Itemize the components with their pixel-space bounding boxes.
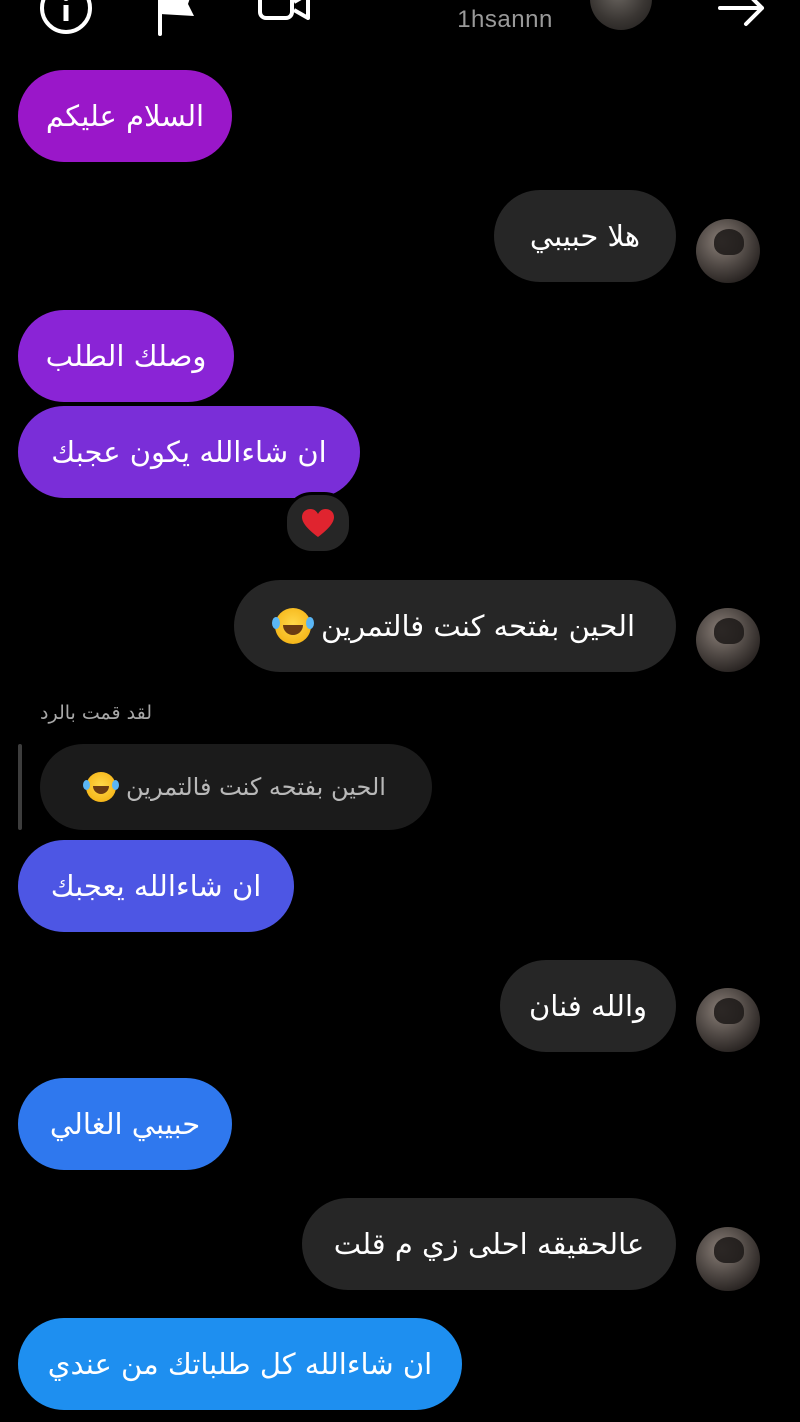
chat-username[interactable]: 1hsannn	[430, 6, 580, 34]
message-text: السلام عليكم	[45, 99, 205, 133]
received-message-bubble[interactable]: والله فنان	[500, 960, 676, 1052]
sent-message-bubble[interactable]: السلام عليكم	[18, 70, 232, 162]
reply-indicator-bar	[18, 744, 22, 830]
sender-avatar[interactable]	[696, 988, 760, 1052]
laughing-emoji-icon	[271, 608, 311, 644]
sent-message-bubble[interactable]: ان شاءالله يعجبك	[18, 840, 294, 932]
header-avatar[interactable]	[590, 0, 652, 30]
video-call-icon[interactable]	[254, 0, 314, 38]
sender-avatar[interactable]	[696, 219, 760, 283]
top-bar: 1hsannn	[0, 0, 800, 44]
message-reaction[interactable]	[284, 492, 352, 554]
reply-label: لقد قمت بالرد	[40, 702, 152, 724]
message-text: عالحقيقه احلى زي م قلت	[333, 1227, 645, 1261]
sent-message-bubble[interactable]: حبيبي الغالي	[18, 1078, 232, 1170]
back-arrow-icon[interactable]	[712, 0, 772, 38]
sent-message-bubble[interactable]: وصلك الطلب	[18, 310, 234, 402]
laughing-emoji-icon	[83, 772, 117, 802]
message-text: ان شاءالله كل طلباتك من عندي	[47, 1347, 433, 1381]
sender-avatar[interactable]	[696, 1227, 760, 1291]
message-text: هلا حبيبي	[529, 219, 641, 253]
quoted-message-text: الحين بفتحه كنت فالتمرين	[126, 773, 386, 801]
message-text: والله فنان	[529, 989, 648, 1023]
received-message-bubble[interactable]: هلا حبيبي	[494, 190, 676, 282]
message-text: الحين بفتحه كنت فالتمرين	[320, 609, 636, 643]
message-text: ان شاءالله يعجبك	[50, 869, 262, 903]
info-icon[interactable]	[36, 0, 96, 38]
flag-icon[interactable]	[148, 0, 208, 38]
sent-message-bubble[interactable]: ان شاءالله يكون عجبك	[18, 406, 360, 498]
message-text: ان شاءالله يكون عجبك	[51, 435, 327, 469]
received-message-bubble[interactable]: عالحقيقه احلى زي م قلت	[302, 1198, 676, 1290]
sender-avatar[interactable]	[696, 608, 760, 672]
message-text: وصلك الطلب	[45, 339, 207, 373]
sent-message-bubble[interactable]: ان شاءالله كل طلباتك من عندي	[18, 1318, 462, 1410]
message-text: حبيبي الغالي	[49, 1107, 201, 1141]
heart-icon	[302, 509, 334, 537]
received-message-bubble[interactable]: الحين بفتحه كنت فالتمرين	[234, 580, 676, 672]
quoted-message[interactable]: الحين بفتحه كنت فالتمرين	[40, 744, 432, 830]
